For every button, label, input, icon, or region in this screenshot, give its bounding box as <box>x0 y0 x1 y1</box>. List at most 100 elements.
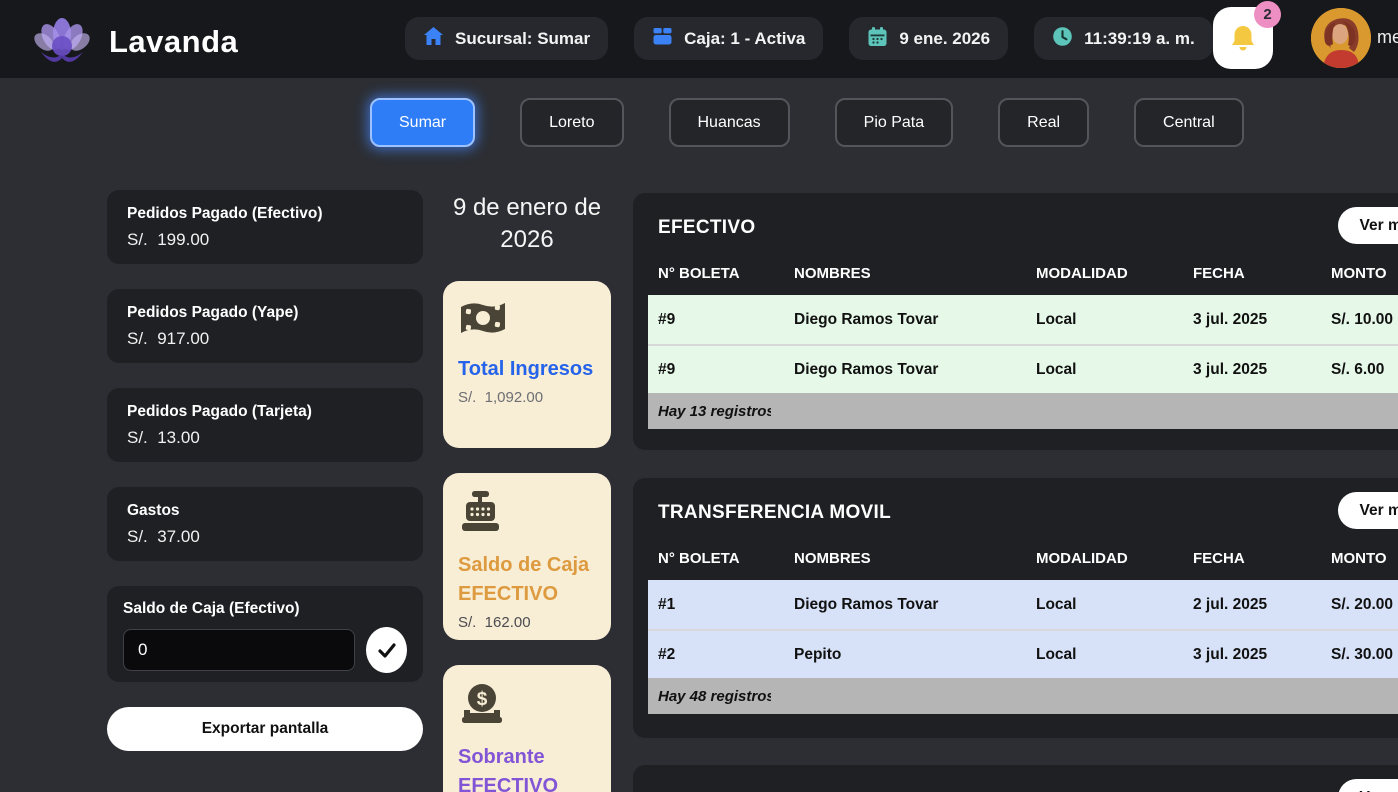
table-card-partial: Ver más <box>633 765 1398 792</box>
notification-count-badge: 2 <box>1254 1 1281 28</box>
table-header-row: N° BOLETANOMBRESMODALIDADFECHAMONTO <box>648 252 1398 295</box>
column-header: MODALIDAD <box>1026 265 1183 282</box>
table-row[interactable]: #1Diego Ramos TovarLocal2 jul. 2025S/. 2… <box>648 580 1398 629</box>
header-nav: Sucursal: Sumar Caja: 1 - Activa 9 ene. 20… <box>405 17 1213 60</box>
table-cell: S/. 10.00 <box>1321 311 1398 329</box>
stat-card: Pedidos Pagado (Efectivo) S/. 199.00 <box>107 190 423 264</box>
summary-card-title: Sobrante EFECTIVO <box>458 743 596 792</box>
header-pill-label: Sucursal: Sumar <box>455 29 590 49</box>
header-pill-clock[interactable]: 11:39:19 a. m. <box>1034 17 1213 60</box>
saldo-caja-card: Saldo de Caja (Efectivo) <box>107 586 423 682</box>
table-cell: S/. 30.00 <box>1321 646 1398 664</box>
bell-icon <box>1229 24 1257 54</box>
column-header: MODALIDAD <box>1026 550 1183 567</box>
tab-central[interactable]: Central <box>1134 98 1244 147</box>
stat-card: GastosS/. 37.00 <box>107 487 423 561</box>
tab-pio-pata[interactable]: Pio Pata <box>835 98 953 147</box>
lavanda-flower-logo-icon <box>33 10 91 73</box>
column-header: N° BOLETA <box>648 550 784 567</box>
column-header: NOMBRES <box>784 550 1026 567</box>
summary-card-title: Total Ingresos <box>458 355 596 384</box>
header-pill-home[interactable]: Sucursal: Sumar <box>405 17 608 60</box>
confirm-saldo-button[interactable] <box>366 627 407 673</box>
header-pill-label: 9 ene. 2026 <box>899 29 990 49</box>
table-title <box>633 765 1398 792</box>
svg-text:$: $ <box>477 689 488 710</box>
table-footer: Hay 13 registros <box>648 393 1398 429</box>
stat-title: Pedidos Pagado (Efectivo) <box>127 205 403 223</box>
cash-register-icon <box>458 489 596 540</box>
ver-mas-button[interactable]: Ver más <box>1338 492 1398 529</box>
table-title: EFECTIVO <box>633 193 1398 252</box>
header-pill-label: 11:39:19 a. m. <box>1084 29 1195 49</box>
column-header: N° BOLETA <box>648 265 784 282</box>
stat-card: Pedidos Pagado (Tarjeta) S/. 13.00 <box>107 388 423 462</box>
export-screen-button[interactable]: Exportar pantalla <box>107 707 423 751</box>
stat-value: S/. 199.00 <box>127 230 403 250</box>
record-count-label: Hay 13 registros <box>658 403 771 420</box>
table-cell: #1 <box>648 596 784 614</box>
banknote-icon <box>458 297 596 344</box>
date-heading: 9 de enero de 2026 <box>443 192 611 257</box>
app-title: Lavanda <box>109 24 238 60</box>
table-header-row: N° BOLETANOMBRESMODALIDADFECHAMONTO <box>648 537 1398 580</box>
table-cell: #2 <box>648 646 784 664</box>
stat-value: S/. 37.00 <box>127 527 403 547</box>
header-pill-calendar[interactable]: 9 ene. 2026 <box>849 17 1008 60</box>
table-footer: Hay 48 registros <box>648 678 1398 714</box>
saldo-caja-input[interactable] <box>123 629 355 671</box>
table-title: TRANSFERENCIA MOVIL <box>633 478 1398 537</box>
logo-wrap: Lavanda <box>33 10 238 73</box>
coin-deposit-icon: $ <box>458 681 596 732</box>
tab-huancas[interactable]: Huancas <box>669 98 790 147</box>
record-count-label: Hay 48 registros <box>658 688 771 705</box>
header-pill-label: Caja: 1 - Activa <box>684 29 805 49</box>
table-cell: 3 jul. 2025 <box>1183 361 1321 379</box>
ver-mas-button[interactable]: Ver más <box>1338 207 1398 244</box>
table-cell: Local <box>1026 646 1183 664</box>
summary-card-2: $ Sobrante EFECTIVO <box>443 665 611 792</box>
summary-card-amount: S/. 162.00 <box>458 614 596 631</box>
table-row[interactable]: #2PepitoLocal3 jul. 2025S/. 30.00 <box>648 629 1398 678</box>
table-card-efectivo: EFECTIVOVer más N° BOLETANOMBRESMODALIDAD… <box>633 193 1398 450</box>
user-avatar[interactable] <box>1311 8 1371 68</box>
table-cell: Diego Ramos Tovar <box>784 596 1026 614</box>
register-icon <box>652 26 673 51</box>
table-cell: #9 <box>648 311 784 329</box>
table-cell: 2 jul. 2025 <box>1183 596 1321 614</box>
table-cell: Diego Ramos Tovar <box>784 311 1026 329</box>
table-row[interactable]: #9Diego Ramos TovarLocal3 jul. 2025S/. 6… <box>648 344 1398 393</box>
ver-mas-button[interactable]: Ver más <box>1338 779 1398 792</box>
stat-title: Pedidos Pagado (Yape) <box>127 304 403 322</box>
column-header: FECHA <box>1183 265 1321 282</box>
summary-card-1: Saldo de Caja EFECTIVO S/. 162.00 <box>443 473 611 640</box>
column-header: NOMBRES <box>784 265 1026 282</box>
tab-loreto[interactable]: Loreto <box>520 98 623 147</box>
notifications-button[interactable]: 2 <box>1213 7 1273 69</box>
summary-card-0: Total IngresosS/. 1,092.00 <box>443 281 611 448</box>
tab-real[interactable]: Real <box>998 98 1089 147</box>
table-cell: Local <box>1026 311 1183 329</box>
check-icon <box>376 639 398 661</box>
stat-value: S/. 917.00 <box>127 329 403 349</box>
app-header: Lavanda Sucursal: Sumar Caja: 1 - Activa 9… <box>0 0 1398 78</box>
branch-tabs: Sumar Loreto Huancas Pio Pata Real Central <box>370 98 1244 147</box>
tab-sumar[interactable]: Sumar <box>370 98 475 147</box>
table-cell: Local <box>1026 596 1183 614</box>
summary-column: 9 de enero de 2026 Total IngresosS/. 1,0… <box>443 192 611 792</box>
summary-card-title: Saldo de Caja EFECTIVO <box>458 551 596 609</box>
stat-value: S/. 13.00 <box>127 428 403 448</box>
stat-card: Pedidos Pagado (Yape) S/. 917.00 <box>107 289 423 363</box>
table-card-transferencia-movil: TRANSFERENCIA MOVILVer más N° BOLETANOMBR… <box>633 478 1398 738</box>
column-header: MONTO <box>1321 550 1398 567</box>
header-pill-register[interactable]: Caja: 1 - Activa <box>634 17 823 60</box>
column-header: FECHA <box>1183 550 1321 567</box>
table-cell: S/. 6.00 <box>1321 361 1398 379</box>
clock-icon <box>1052 26 1073 52</box>
table-row[interactable]: #9Diego Ramos TovarLocal3 jul. 2025S/. 1… <box>648 295 1398 344</box>
home-icon <box>423 26 444 51</box>
stats-column: Pedidos Pagado (Efectivo)S/. 199.00Pedid… <box>107 190 423 751</box>
table-cell: #9 <box>648 361 784 379</box>
column-header: MONTO <box>1321 265 1398 282</box>
stat-title: Pedidos Pagado (Tarjeta) <box>127 403 403 421</box>
